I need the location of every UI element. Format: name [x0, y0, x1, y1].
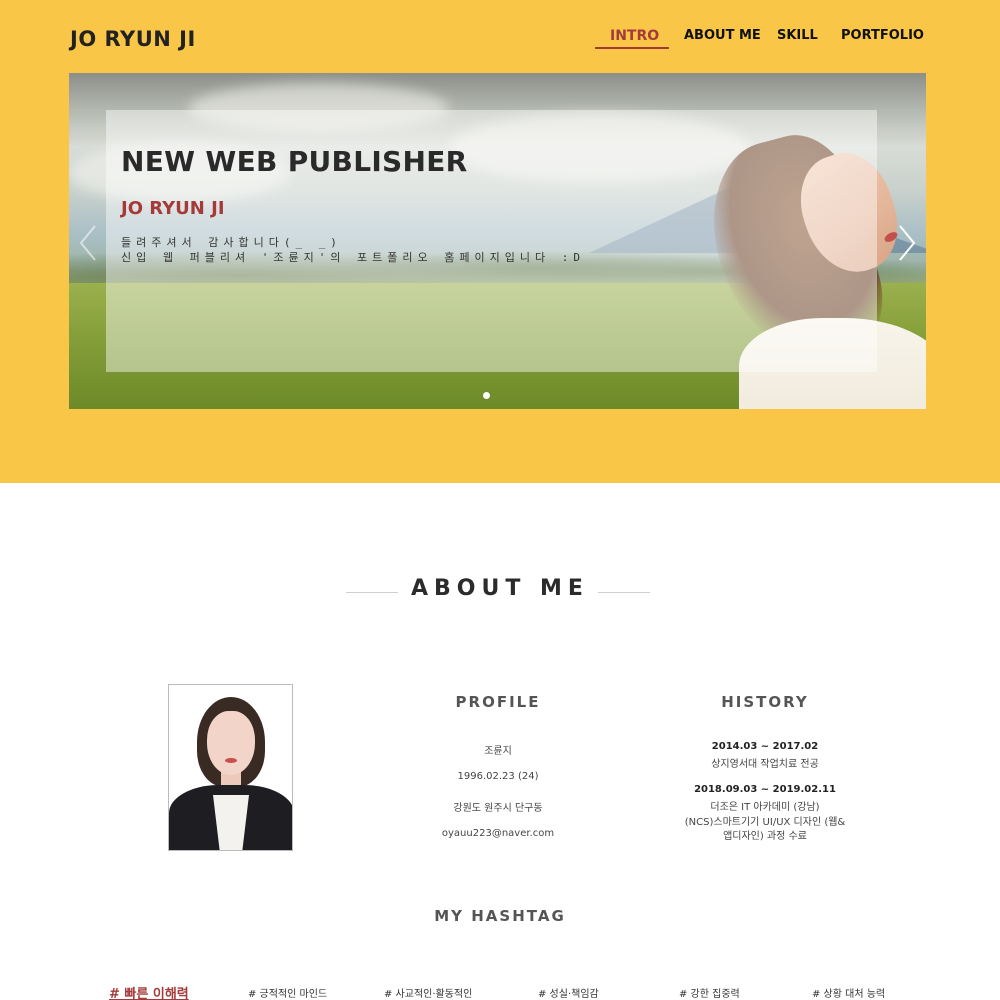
history-date: 2018.09.03 ~ 2019.02.11 [694, 784, 836, 795]
nav-item-about-me[interactable]: ABOUT ME [684, 28, 761, 43]
profile-title: PROFILE [455, 693, 541, 711]
hashtag-item[interactable]: # 성실·책임감 [538, 985, 599, 1000]
hashtag-item[interactable]: # 강한 집중력 [679, 985, 740, 1000]
chevron-left-icon [79, 225, 96, 261]
hero-greeting-line: 들려주셔서 감사합니다(_ _) [121, 236, 342, 249]
profile-name: 조륜지 [484, 746, 512, 757]
chevron-right-icon [899, 225, 916, 261]
hashtag-item[interactable]: # 긍적적인 마인드 [248, 985, 327, 1000]
history-description: (NCS)스마트기기 UI/UX 디자인 (웹& [684, 817, 846, 828]
section-title-about-me: ABOUT ME [411, 576, 589, 601]
profile-birthdate: 1996.02.23 (24) [457, 771, 539, 782]
hashtag-item-active[interactable]: # 빠른 이해력 [109, 983, 189, 1000]
nav-item-skill[interactable]: SKILL [777, 28, 818, 43]
heading-divider-right [598, 592, 650, 593]
slider-next-button[interactable] [896, 223, 918, 263]
nav-item-intro[interactable]: INTRO [610, 28, 659, 44]
hero-subtitle: JO RYUN JI [121, 198, 225, 219]
nav-item-portfolio[interactable]: PORTFOLIO [841, 28, 924, 43]
slider-pagination-dot[interactable] [483, 392, 490, 399]
profile-address: 강원도 원주시 단구동 [453, 803, 543, 814]
hashtag-item[interactable]: # 사교적인·활동적인 [384, 985, 472, 1000]
hashtag-item[interactable]: # 상황 대처 능력 [812, 985, 885, 1000]
history-description: 상지영서대 작업치료 전공 [711, 759, 819, 770]
hero-intro-line: 신입 웹 퍼블리셔 '조륜지'의 포트폴리오 홈페이지입니다 :D [121, 251, 585, 264]
about-heading: ABOUT ME [0, 576, 1000, 601]
history-description: 앱디자인) 과정 수료 [723, 831, 807, 842]
slider-prev-button[interactable] [77, 223, 99, 263]
profile-email[interactable]: oyauu223@naver.com [398, 828, 598, 839]
site-logo[interactable]: JO RYUN JI [70, 27, 196, 51]
profile-photo [168, 684, 293, 851]
nav-active-indicator [595, 47, 669, 49]
history-description: 더조은 IT 아카데미 (강남) [710, 802, 820, 813]
history-title: HISTORY [721, 693, 809, 711]
history-date: 2014.03 ~ 2017.02 [711, 741, 819, 752]
hero-title: NEW WEB PUBLISHER [121, 145, 468, 178]
hero-band: JO RYUN JI INTRO ABOUT ME SKILL PORTFOLI… [0, 0, 1000, 483]
hashtag-title: MY HASHTAG [434, 907, 566, 925]
hero-slider[interactable]: NEW WEB PUBLISHER JO RYUN JI 들려주셔서 감사합니다… [69, 73, 926, 409]
